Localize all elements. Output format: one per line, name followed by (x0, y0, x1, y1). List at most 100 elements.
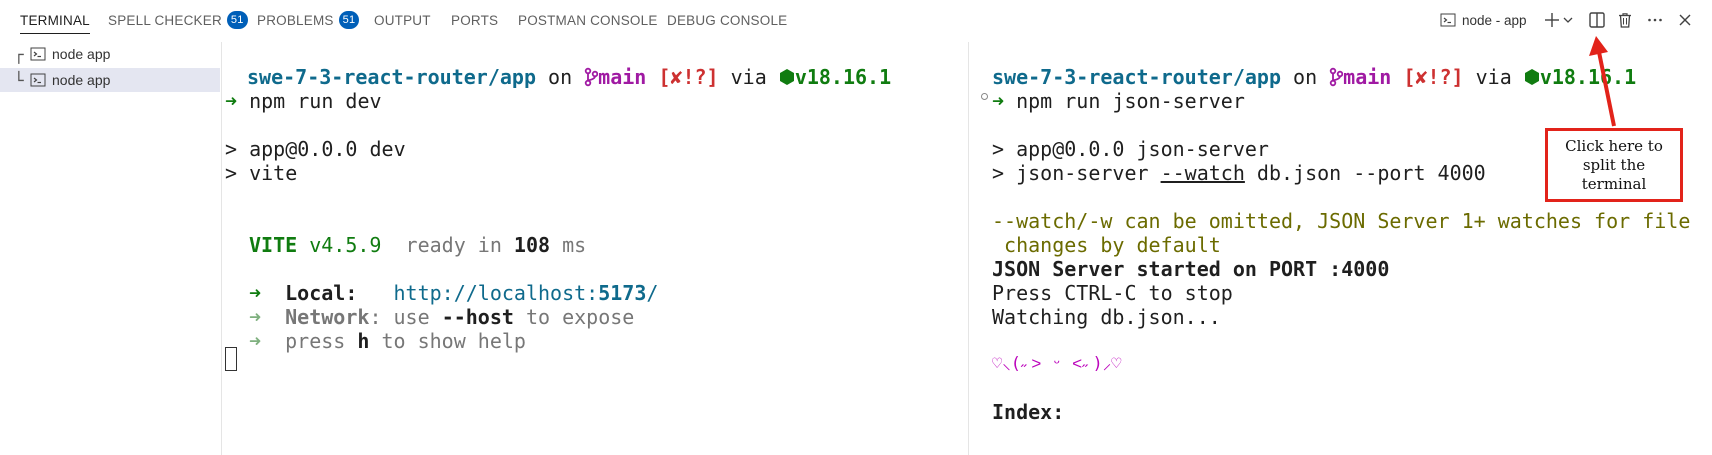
prompt-line: swe-7-3-react-router/app on main [✘!?] v… (247, 64, 891, 90)
tab-output[interactable]: OUTPUT (374, 0, 431, 40)
split-terminal-icon[interactable] (1587, 10, 1607, 30)
tab-problems-label: PROBLEMS (257, 12, 334, 28)
command-line: ➜ npm run dev (225, 88, 382, 114)
terminal-pane-left[interactable]: swe-7-3-react-router/app on main [✘!?] v… (222, 42, 968, 455)
tab-terminal-label: TERMINAL (20, 12, 90, 28)
tab-output-label: OUTPUT (374, 12, 431, 28)
prompt-path: swe-7-3-react-router/app (247, 65, 536, 89)
local-url-suffix: / (646, 281, 659, 305)
tree-item-terminal-2[interactable]: └ node app (0, 68, 220, 92)
terminal-tree: ┌ node app └ node app (0, 42, 220, 455)
tree-item-label: node app (52, 46, 111, 62)
prompt-via: via (1463, 65, 1524, 89)
output-line: > json-server --watch db.json --port 400… (992, 160, 1486, 186)
terminal-cursor (225, 347, 237, 371)
index-line: Index: (992, 400, 1065, 424)
vite-label: VITE (249, 233, 298, 257)
terminal-icon (30, 72, 46, 88)
prompt-branch: main (1343, 65, 1392, 89)
help-line: ➜ press h to show help (249, 328, 526, 354)
close-icon[interactable] (1675, 10, 1695, 30)
plus-icon[interactable] (1542, 10, 1562, 30)
network-line: ➜ Network: use --host to expose (249, 304, 634, 330)
network-label: Network (285, 305, 370, 329)
terminal-pane-right[interactable]: swe-7-3-react-router/app on main [✘!?] v… (969, 42, 1712, 455)
panel-tab-bar: TERMINAL SPELL CHECKER 51 PROBLEMS 51 OU… (0, 0, 1712, 40)
terminal-icon (1440, 12, 1456, 28)
tab-problems[interactable]: PROBLEMS 51 (257, 0, 360, 40)
prompt-arrow: ➜ (992, 89, 1005, 113)
prompt-path: swe-7-3-react-router/app (992, 65, 1281, 89)
output-line: Watching db.json... (992, 305, 1221, 329)
help-prefix: press (285, 329, 358, 353)
network-text-2: to expose (513, 305, 635, 329)
annotation-callout: Click here to split the terminal (1545, 128, 1683, 202)
terminal-selector[interactable]: node - app (1440, 0, 1527, 40)
local-url-port: 5173 (598, 281, 647, 305)
tree-item-terminal-1[interactable]: ┌ node app (0, 42, 220, 66)
tab-postman-console-label: POSTMAN CONSOLE (518, 12, 658, 28)
more-icon[interactable] (1645, 10, 1665, 30)
output-text: > json-server (992, 161, 1161, 185)
command-text: npm run dev (237, 89, 382, 113)
network-text-1: : use (369, 305, 442, 329)
prompt-branch: main (598, 65, 647, 89)
tree-connector-bottom: └ (14, 70, 24, 90)
tab-debug-console[interactable]: DEBUG CONSOLE (667, 0, 787, 40)
prompt-line: swe-7-3-react-router/app on main [✘!?] v… (992, 64, 1636, 90)
prompt-node-version: v18.16.1 (1539, 65, 1637, 89)
prompt-git-status: [✘!?] (658, 65, 719, 89)
tab-debug-console-label: DEBUG CONSOLE (667, 12, 788, 28)
problems-badge: 51 (338, 11, 360, 29)
tab-spell-checker-label: SPELL CHECKER (108, 12, 222, 28)
terminal-selector-label: node - app (1462, 12, 1527, 28)
trash-icon[interactable] (1615, 10, 1635, 30)
vite-ready-line: VITE v4.5.9 ready in 108 ms (249, 232, 586, 258)
git-branch-icon (1329, 67, 1344, 87)
help-suffix: to show help (369, 329, 526, 353)
tree-connector-top: ┌ (14, 44, 24, 64)
output-line: > app@0.0.0 json-server (992, 137, 1269, 161)
server-started-line: JSON Server started on PORT :4000 (992, 257, 1390, 281)
prompt-arrow: ➜ (225, 89, 238, 113)
arrow-icon: ➜ (249, 329, 262, 353)
arrow-icon: ➜ (249, 305, 262, 329)
spell-checker-badge: 51 (226, 11, 248, 29)
prompt-git-status: [✘!?] (1403, 65, 1464, 89)
ready-text: ready in (381, 233, 514, 257)
kaomoji-line: ♡⸜(˶˃ ᵕ ˂˶)⸝♡ (992, 354, 1122, 374)
network-host-flag: --host (441, 305, 514, 329)
output-text: db.json --port 4000 (1244, 161, 1486, 185)
ready-ms: 108 (513, 233, 551, 257)
prompt-via: via (718, 65, 779, 89)
prompt-on: on (535, 65, 585, 89)
warning-line: changes by default (992, 233, 1221, 257)
output-line: > vite (225, 161, 298, 185)
watch-flag: --watch (1160, 161, 1245, 185)
ready-ms-unit: ms (550, 233, 587, 257)
command-line: ➜ npm run json-server (992, 88, 1245, 114)
help-key: h (357, 329, 370, 353)
local-url-prefix: http://localhost: (393, 281, 599, 305)
command-decoration-icon[interactable] (981, 93, 988, 100)
prompt-on: on (1280, 65, 1330, 89)
tab-ports[interactable]: PORTS (451, 0, 498, 40)
output-line: > app@0.0.0 dev (225, 137, 406, 161)
prompt-node-version: v18.16.1 (794, 65, 892, 89)
tab-terminal[interactable]: TERMINAL (20, 0, 90, 40)
local-label: Local: (285, 281, 358, 305)
node-hexagon-icon (779, 67, 795, 87)
output-line: Press CTRL-C to stop (992, 281, 1233, 305)
tab-ports-label: PORTS (451, 12, 499, 28)
node-hexagon-icon (1524, 67, 1540, 87)
git-branch-icon (584, 67, 599, 87)
tree-item-label: node app (52, 72, 111, 88)
chevron-down-icon[interactable] (1561, 10, 1575, 30)
tab-postman-console[interactable]: POSTMAN CONSOLE (518, 0, 658, 40)
annotation-text: Click here to split the terminal (1565, 136, 1663, 193)
tab-spell-checker[interactable]: SPELL CHECKER 51 (108, 0, 248, 40)
local-url[interactable]: http://localhost:5173/ (394, 281, 659, 305)
arrow-icon: ➜ (249, 281, 262, 305)
terminal-icon (30, 46, 46, 62)
local-url-line: ➜ Local: http://localhost:5173/ (249, 280, 658, 306)
